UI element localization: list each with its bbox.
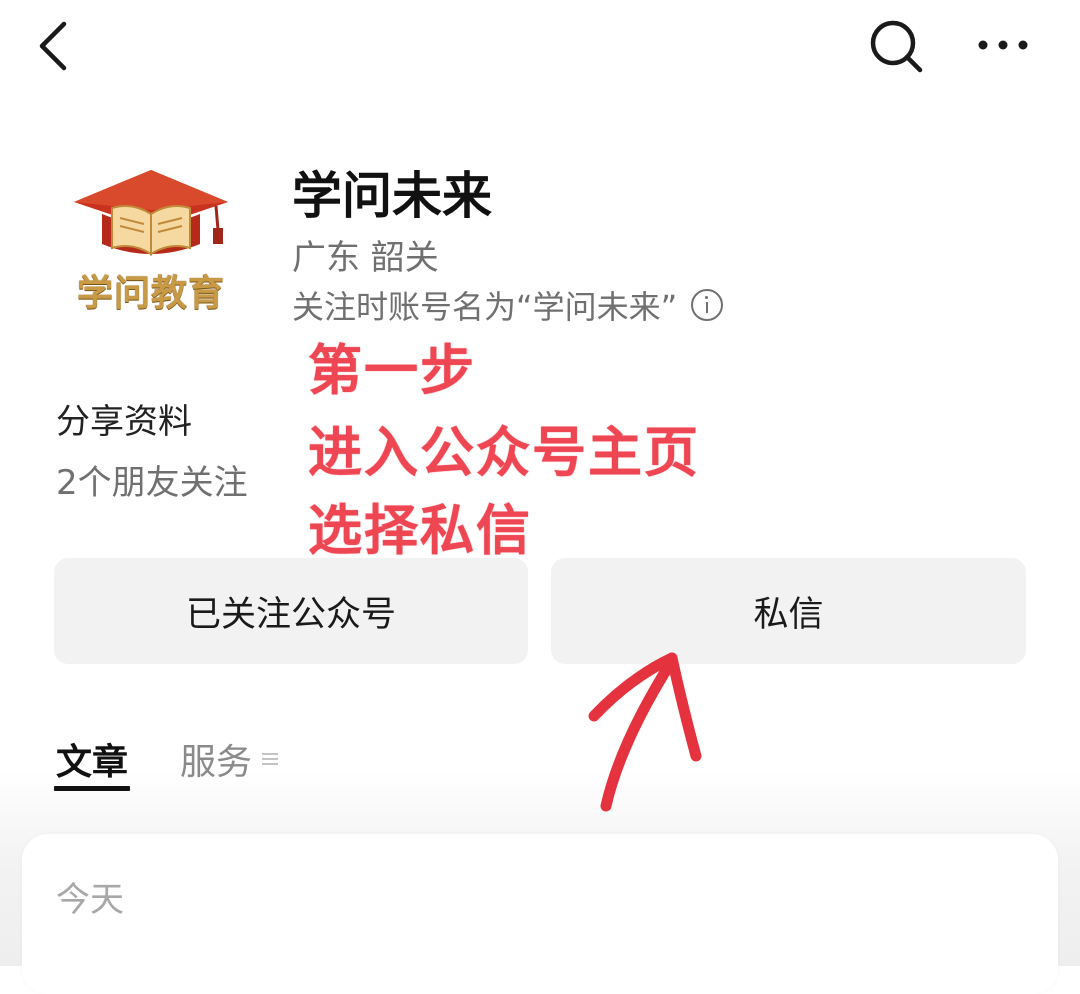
tab-articles[interactable]: 文章 <box>56 733 128 785</box>
annotation-line-1: 进入公众号主页 <box>308 421 700 484</box>
follow-name-note-text: 关注时账号名为“学问未来” <box>292 288 678 326</box>
menu-icon <box>262 751 279 767</box>
date-section-label: 今天 <box>56 880 124 920</box>
graduation-cap-book-icon <box>74 170 228 256</box>
articles-card: 今天 <box>22 834 1058 994</box>
tab-services-label: 服务 <box>180 742 253 783</box>
follow-name-note: 关注时账号名为“学问未来” <box>292 282 724 328</box>
friends-follow-count[interactable]: 2个朋友关注 <box>56 455 248 504</box>
search-button[interactable] <box>866 16 928 78</box>
red-arrow-icon <box>588 652 702 812</box>
annotation-line-2: 选择私信 <box>308 499 532 562</box>
more-button[interactable] <box>970 22 1036 68</box>
followed-account-button[interactable]: 已关注公众号 <box>54 558 528 664</box>
account-name: 学问未来 <box>292 167 492 225</box>
back-chevron-icon <box>39 21 67 71</box>
avatar-text: 学问教育 <box>76 273 225 314</box>
more-dots-icon <box>978 40 1028 50</box>
annotation-step: 第一步 <box>308 339 476 402</box>
private-message-button[interactable]: 私信 <box>551 558 1026 664</box>
back-button[interactable] <box>30 18 80 74</box>
tab-services[interactable]: 服务 <box>180 733 279 785</box>
active-tab-indicator <box>54 786 130 791</box>
avatar[interactable]: 学问教育 <box>58 160 244 346</box>
account-location: 广东 韶关 <box>292 238 439 278</box>
info-icon[interactable] <box>691 289 724 321</box>
search-icon <box>870 20 923 73</box>
share-label[interactable]: 分享资料 <box>56 394 192 443</box>
